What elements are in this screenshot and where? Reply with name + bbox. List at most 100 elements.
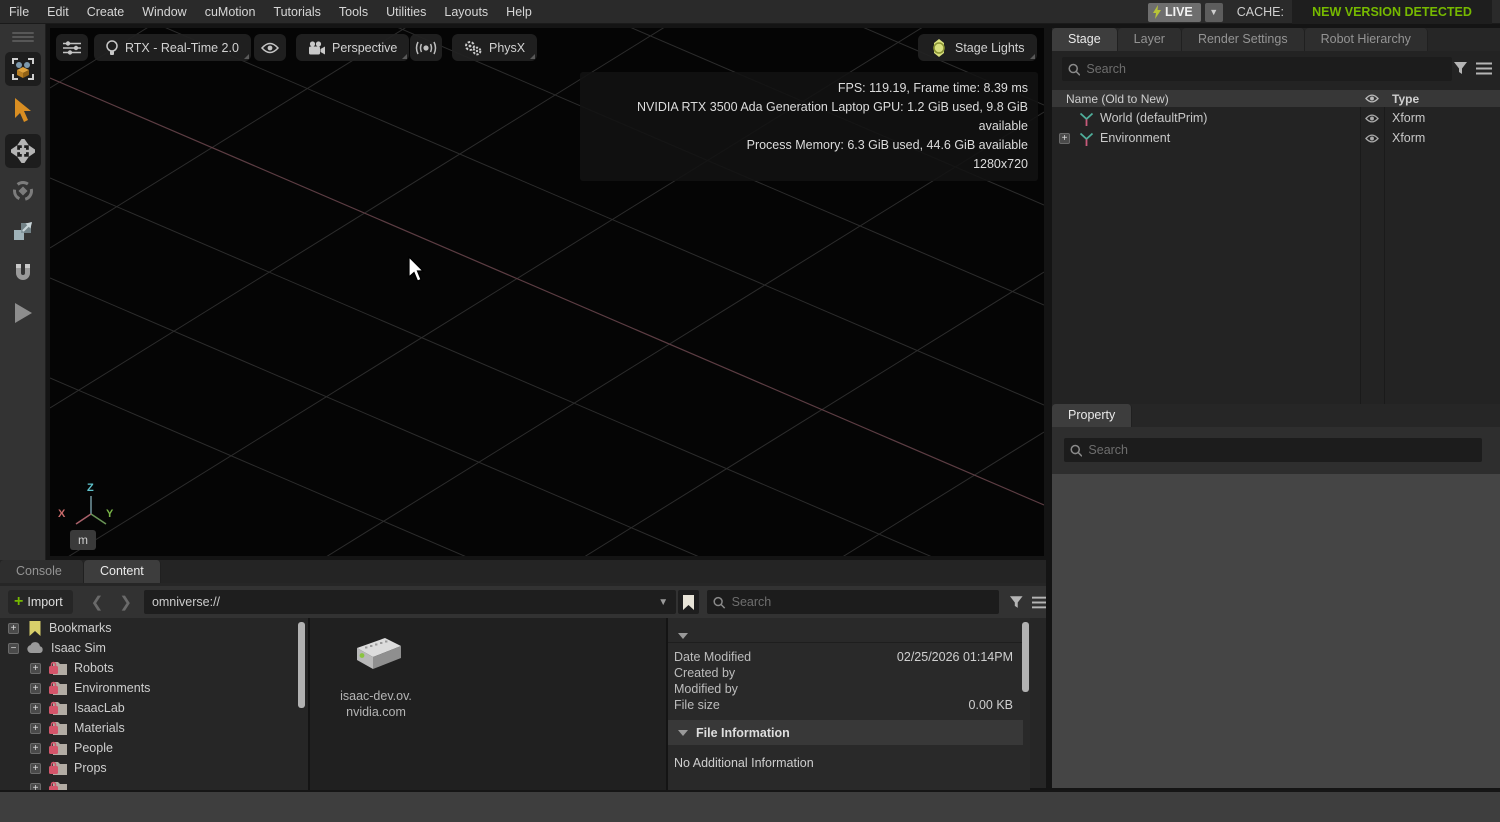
play-button[interactable] (5, 296, 41, 330)
tree-item-bookmarks[interactable]: + Bookmarks (0, 618, 308, 638)
tab-console[interactable]: Console (0, 560, 84, 583)
menu-window[interactable]: Window (133, 0, 195, 24)
tree-item-materials[interactable]: + Materials (0, 718, 308, 738)
tree-scrollbar[interactable] (298, 622, 305, 708)
filter-icon[interactable] (1009, 595, 1024, 610)
viewport-3d[interactable]: RTX - Real-Time 2.0 Perspective (50, 28, 1044, 556)
tab-property[interactable]: Property (1052, 404, 1132, 427)
tree-item-people[interactable]: + People (0, 738, 308, 758)
visibility-column-icon[interactable] (1365, 94, 1379, 103)
stat-gpu: NVIDIA RTX 3500 Ada Generation Laptop GP… (590, 98, 1028, 136)
scale-tool-button[interactable] (5, 214, 41, 248)
filter-icon[interactable] (1453, 61, 1468, 76)
selection-mode-button[interactable] (5, 52, 41, 86)
tree-label: Bookmarks (49, 621, 112, 635)
property-search[interactable] (1064, 438, 1482, 462)
file-information-section[interactable]: File Information (668, 720, 1023, 745)
menu-create[interactable]: Create (78, 0, 134, 24)
bookmark-button[interactable] (678, 590, 699, 614)
tab-layer[interactable]: Layer (1118, 28, 1182, 51)
unit-button[interactable]: m (70, 530, 96, 550)
collapse-icon[interactable]: − (8, 643, 19, 654)
menu-file[interactable]: File (0, 0, 38, 24)
path-bar[interactable]: ▼ (144, 590, 676, 614)
menu-help[interactable]: Help (497, 0, 541, 24)
server-item[interactable]: isaac-dev.ov. nvidia.com (328, 636, 424, 720)
content-search[interactable] (707, 590, 998, 614)
axis-gizmo[interactable]: Z X Y (58, 488, 128, 534)
expand-icon[interactable]: + (30, 683, 41, 694)
camera-selector[interactable]: Perspective (296, 34, 409, 61)
audio-button[interactable] (410, 34, 442, 61)
stage-column-headers[interactable]: Name (Old to New) Type (1052, 90, 1500, 107)
property-search-input[interactable] (1088, 443, 1476, 457)
info-scrollbar[interactable] (1022, 622, 1029, 692)
move-icon (11, 139, 35, 163)
prim-type: Xform (1392, 131, 1425, 145)
back-button[interactable]: ❮ (83, 593, 112, 611)
menu-edit[interactable]: Edit (38, 0, 78, 24)
stat-memory: Process Memory: 6.3 GiB used, 44.6 GiB a… (590, 136, 1028, 155)
renderer-selector[interactable]: RTX - Real-Time 2.0 (94, 34, 251, 61)
physics-selector[interactable]: PhysX (452, 34, 537, 61)
tree-item-environments[interactable]: + Environments (0, 678, 308, 698)
menu-utilities[interactable]: Utilities (377, 0, 435, 24)
lightning-icon (1152, 5, 1162, 19)
live-dropdown-chevron[interactable]: ▼ (1205, 3, 1223, 22)
menu-tools[interactable]: Tools (330, 0, 377, 24)
stage-lights-button[interactable]: Stage Lights (918, 34, 1037, 61)
move-tool-button[interactable] (5, 134, 41, 168)
tree-label: IsaacLab (74, 701, 125, 715)
tree-label: Materials (74, 721, 125, 735)
rotate-tool-button[interactable] (5, 174, 41, 208)
expand-icon[interactable]: + (30, 763, 41, 774)
live-sync-button[interactable]: LIVE (1148, 3, 1201, 22)
stage-search[interactable] (1062, 57, 1452, 81)
menu-layouts[interactable]: Layouts (435, 0, 497, 24)
column-type[interactable]: Type (1392, 92, 1419, 106)
snap-tool-button[interactable] (5, 256, 41, 290)
visibility-eye-icon[interactable] (1365, 134, 1379, 143)
tab-render-settings[interactable]: Render Settings (1182, 28, 1305, 51)
tree-label: Props (74, 761, 107, 775)
expand-icon[interactable]: + (30, 743, 41, 754)
camera-icon (308, 41, 325, 55)
content-search-input[interactable] (732, 595, 993, 609)
column-name[interactable]: Name (Old to New) (1066, 92, 1169, 106)
expand-icon[interactable]: + (1059, 133, 1070, 144)
menu-cumotion[interactable]: cuMotion (196, 0, 265, 24)
stage-search-input[interactable] (1086, 62, 1446, 76)
toolbar-grip[interactable] (12, 30, 34, 44)
path-dropdown-icon[interactable]: ▼ (658, 597, 668, 608)
tab-content[interactable]: Content (84, 560, 161, 583)
expand-icon[interactable]: + (30, 723, 41, 734)
tree-item-isaac-sim[interactable]: − Isaac Sim (0, 638, 308, 658)
forward-button[interactable]: ❯ (111, 593, 140, 611)
content-browser: Console Content + Import ❮ ❯ ▼ (0, 560, 1048, 788)
y-axis-label: Y (106, 508, 113, 520)
xform-icon (1079, 132, 1094, 147)
viewport-settings-button[interactable] (56, 34, 88, 61)
stage-row-world[interactable]: World (defaultPrim) Xform (1052, 109, 1500, 129)
tree-item-isaaclab[interactable]: + IsaacLab (0, 698, 308, 718)
options-menu-icon[interactable] (1476, 62, 1492, 75)
select-tool-button[interactable] (5, 94, 41, 128)
expand-icon[interactable]: + (30, 663, 41, 674)
expand-icon[interactable]: + (8, 623, 19, 634)
info-row-created-by: Created by (668, 666, 1023, 682)
prim-name: Environment (1100, 131, 1170, 145)
path-input[interactable] (152, 595, 658, 609)
bookmark-ribbon-icon (29, 621, 41, 636)
import-button[interactable]: + Import (8, 590, 73, 614)
locked-folder-icon (49, 661, 67, 675)
eye-icon (261, 42, 279, 54)
tree-item-robots[interactable]: + Robots (0, 658, 308, 678)
stage-row-environment[interactable]: + Environment Xform (1052, 129, 1500, 149)
visibility-eye-icon[interactable] (1365, 114, 1379, 123)
tree-item-props[interactable]: + Props (0, 758, 308, 778)
tab-robot-hierarchy[interactable]: Robot Hierarchy (1305, 28, 1428, 51)
menu-tutorials[interactable]: Tutorials (264, 0, 329, 24)
visibility-button[interactable] (254, 34, 286, 61)
expand-icon[interactable]: + (30, 703, 41, 714)
tab-stage[interactable]: Stage (1052, 28, 1118, 51)
